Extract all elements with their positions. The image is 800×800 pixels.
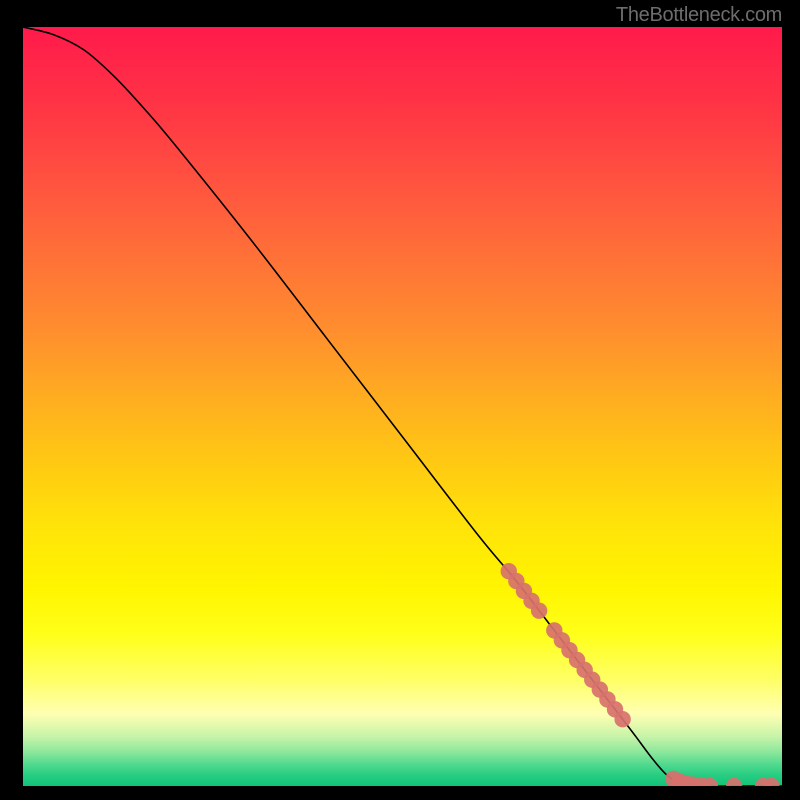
- attribution-label: TheBottleneck.com: [616, 4, 782, 27]
- data-marker: [614, 711, 630, 727]
- data-marker: [531, 602, 547, 618]
- chart-background-gradient: [23, 27, 782, 786]
- bottleneck-chart: [23, 27, 782, 786]
- chart-svg-root: [23, 27, 782, 786]
